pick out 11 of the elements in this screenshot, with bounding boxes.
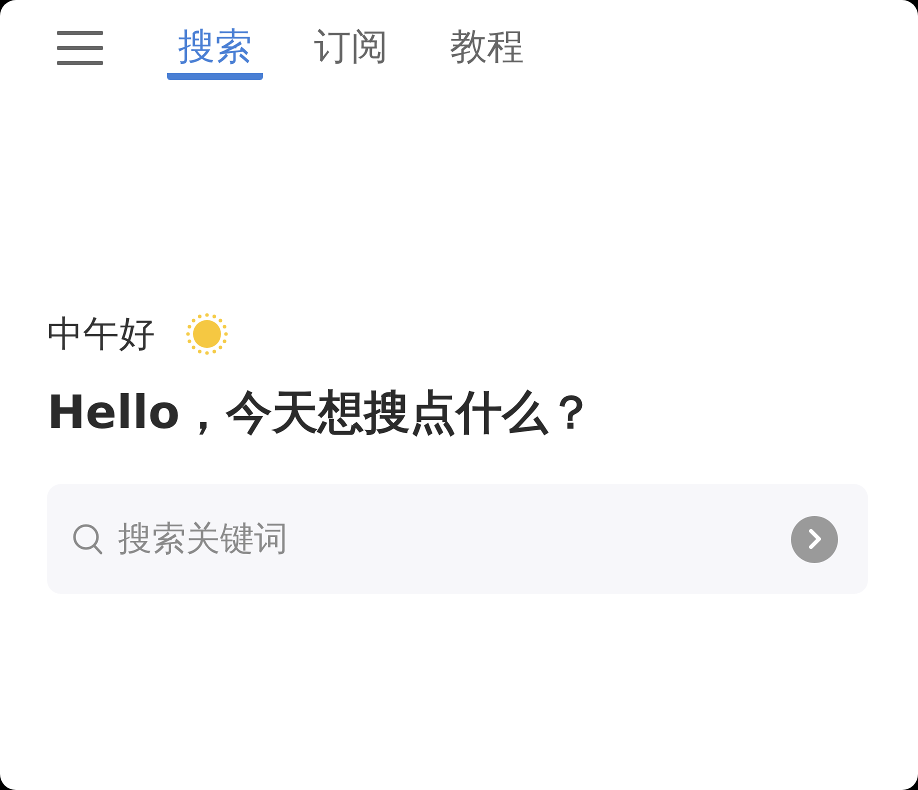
nav-tab[interactable]: 订阅 [303, 22, 399, 80]
search-icon [72, 521, 104, 557]
greeting-text: 中午好 [47, 312, 155, 356]
nav-tab[interactable]: 教程 [439, 22, 535, 80]
nav-tab[interactable]: 搜索 [167, 22, 263, 80]
menu-icon[interactable] [57, 30, 103, 66]
sun-icon [185, 312, 229, 356]
search-field[interactable]: 搜索关键词 [47, 484, 868, 594]
search-input[interactable]: 搜索关键词 [118, 517, 777, 561]
headline: Hello，今天想搜点什么？ [47, 384, 595, 440]
submit-button[interactable] [791, 516, 838, 562]
